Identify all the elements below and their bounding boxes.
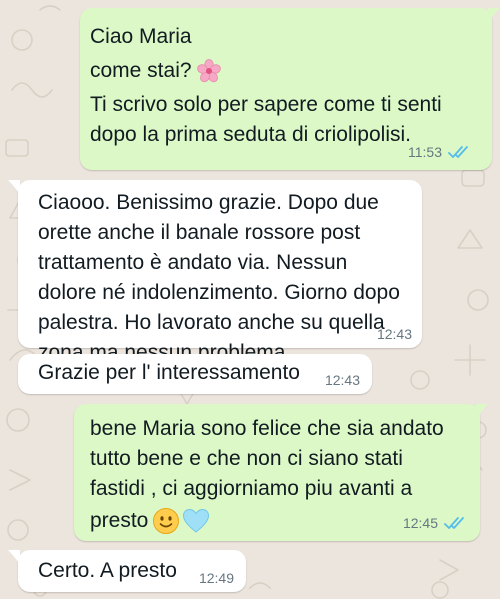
message-text-line: tutto bene e che non ci siano stati [90, 447, 403, 470]
message-meta: 12:43 [325, 372, 360, 388]
message-meta: 12:43 [377, 326, 412, 342]
bubble-tail [8, 550, 20, 564]
message-text-line: Ciao Maria [90, 25, 192, 48]
double-check-icon [444, 517, 464, 529]
message-bubble-incoming[interactable]: Grazie per l' interessamento 12:43 [18, 354, 372, 394]
message-text-line: orette anche il banale rossore post [38, 221, 361, 244]
message-text-line: trattamento è andato via. Nessun [38, 251, 348, 274]
message-text-line: bene Maria sono felice che sia andato [90, 417, 444, 440]
bubble-tail [476, 404, 488, 418]
message-time: 12:43 [376, 326, 412, 342]
message-text-line: palestra. Ho lavorato anche su quella [38, 311, 385, 334]
bubble-tail [8, 180, 20, 194]
double-check-icon [448, 146, 468, 158]
message-text-line: Ti scrivo solo per sapere come ti senti [90, 93, 442, 116]
message-text-line: dolore né indolenzimento. Giorno dopo [38, 281, 400, 304]
message-bubble-outgoing[interactable]: bene Maria sono felice che sia andato tu… [74, 404, 480, 541]
message-text-line: Grazie per l' interessamento [38, 361, 300, 384]
chat-thread[interactable]: Ciao Maria come stai? Ti scrivo solo per… [0, 0, 500, 599]
message-meta: 11:53 [408, 144, 470, 160]
message-time: 12:43 [324, 372, 360, 388]
message-time: 12:49 [198, 570, 234, 586]
light-blue-heart-icon [183, 509, 210, 534]
bubble-tail [488, 8, 500, 22]
cherry-blossom-icon [196, 59, 221, 83]
message-bubble-incoming[interactable]: Ciaooo. Benissimo grazie. Dopo due orett… [18, 180, 422, 364]
message-time: 11:53 [408, 144, 442, 160]
message-time: 12:45 [402, 515, 438, 531]
message-text-line: Ciaooo. Benissimo grazie. Dopo due [38, 191, 379, 214]
message-meta: 12:45 [403, 515, 466, 531]
slightly-smiling-face-icon [153, 508, 180, 535]
message-bubble-incoming[interactable]: Certo. A presto 12:49 [18, 550, 246, 592]
message-meta: 12:49 [199, 570, 234, 586]
message-bubble-outgoing[interactable]: Ciao Maria come stai? Ti scrivo solo per… [80, 8, 492, 170]
message-text-line: come stai? [90, 56, 482, 86]
message-text-line: fastidi , ci aggiorniamo piu avanti a [90, 477, 413, 500]
